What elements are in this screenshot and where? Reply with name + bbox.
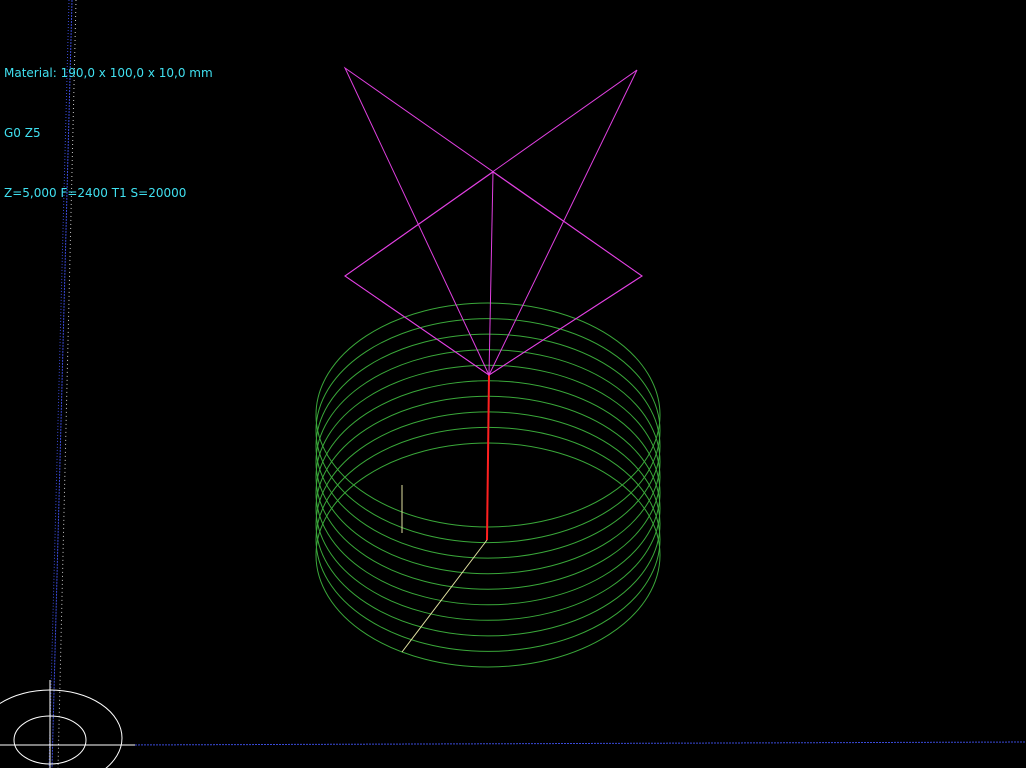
cam-3d-viewport[interactable]: Material: 190,0 x 100,0 x 10,0 mm G0 Z5 … [0,0,1026,768]
tool-axis-line [486,374,490,541]
boundary-bottom-blue [119,741,1026,746]
origin-marker-icon [0,680,135,768]
status-overlay: Material: 190,0 x 100,0 x 10,0 mm G0 Z5 … [4,23,213,243]
current-gcode: G0 Z5 [4,126,41,140]
machine-state: Z=5,000 F=2400 T1 S=20000 [4,186,187,200]
material-axis [401,485,488,653]
material-info: Material: 190,0 x 100,0 x 10,0 mm [4,66,213,80]
